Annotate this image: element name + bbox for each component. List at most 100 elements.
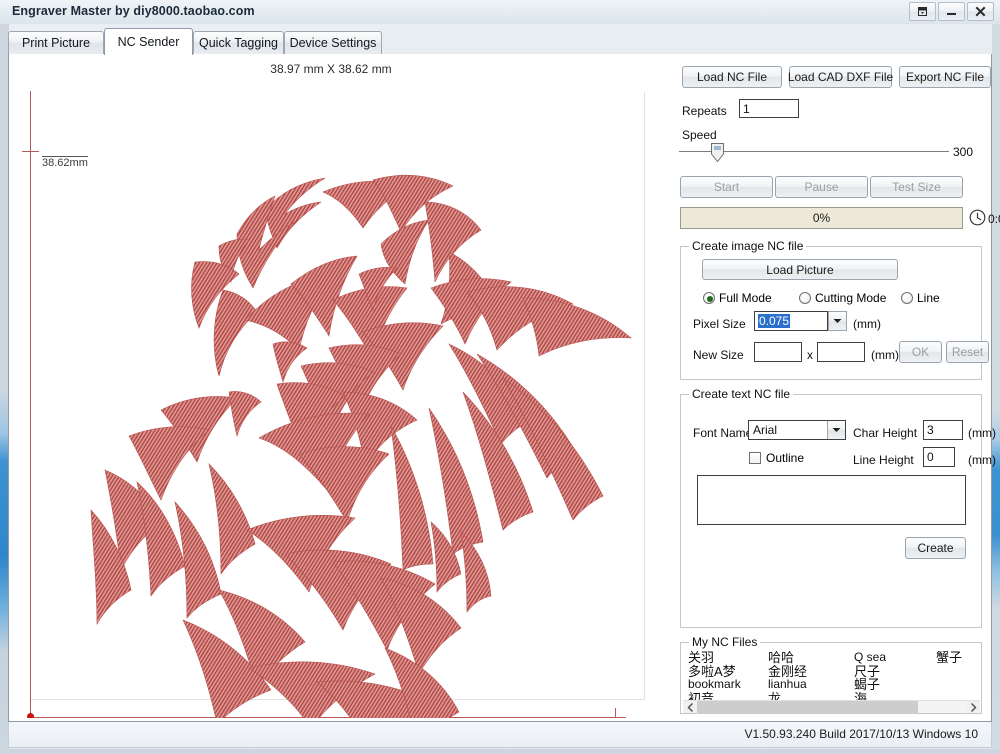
button-label: Test Size (892, 180, 941, 194)
scrollbar-trough[interactable] (697, 701, 966, 714)
button-label: Load Picture (766, 262, 834, 277)
button-label: Load NC File (696, 70, 768, 84)
char-height-input[interactable]: 3 (923, 420, 963, 440)
title-bar: Engraver Master by diy8000.taobao.com (0, 0, 1000, 24)
text-content-textarea[interactable] (697, 475, 966, 525)
radio-full-mode[interactable]: Full Mode (703, 291, 772, 305)
font-name-value: Arial (753, 423, 778, 437)
scrollbar-thumb[interactable] (697, 701, 918, 714)
list-item[interactable]: 龙 (768, 692, 854, 700)
new-size-separator: x (807, 348, 813, 362)
elapsed-time-label: 0:00 (988, 212, 1000, 226)
close-button[interactable] (967, 2, 994, 21)
outline-label: Outline (766, 451, 805, 465)
nc-file-list[interactable]: 关羽 多啦A梦 bookmark 初音 手指 fo fonghuang 哈哈 金… (683, 651, 980, 700)
origin-marker (27, 713, 34, 718)
reset-button[interactable]: Reset (946, 341, 989, 363)
speed-slider-thumb[interactable] (711, 143, 724, 163)
chevron-left-icon (687, 702, 693, 712)
application-window: Engraver Master by diy8000.taobao.com Pr… (0, 0, 1000, 754)
char-height-label: Char Height (853, 426, 918, 440)
list-item[interactable]: 蟹子 (936, 651, 980, 665)
pixel-size-input[interactable]: 0.075 (754, 311, 828, 331)
list-item[interactable]: lianhua (768, 678, 854, 692)
radio-indicator-icon (703, 292, 715, 304)
nc-sender-controls: Load NC File Load CAD DXF File Export NC… (671, 56, 1000, 718)
create-button[interactable]: Create (905, 537, 966, 559)
pixel-size-dropdown-button[interactable] (828, 311, 847, 331)
button-label: OK (911, 345, 930, 359)
repeats-value: 1 (743, 101, 750, 116)
list-item[interactable]: bookmark (688, 678, 768, 692)
file-column: Q sea 尺子 蝎子 海 五角星 taget 美女 (854, 651, 936, 700)
vertical-ruler-label: 38.62mm (42, 156, 88, 169)
plot-area (31, 92, 645, 700)
new-size-unit: (mm) (871, 348, 899, 362)
list-item[interactable]: 多啦A梦 (688, 664, 768, 679)
load-nc-file-button[interactable]: Load NC File (682, 66, 782, 88)
pause-button[interactable]: Pause (775, 176, 868, 198)
tab-device-settings[interactable]: Device Settings (284, 31, 382, 54)
list-item[interactable]: 尺子 (854, 664, 936, 679)
restore-down-button[interactable] (909, 2, 936, 21)
tab-label: Print Picture (21, 36, 91, 50)
tab-label: Quick Tagging (199, 36, 278, 50)
list-item[interactable]: 金刚经 (768, 664, 854, 679)
font-name-label: Font Name (693, 426, 753, 440)
start-button[interactable]: Start (680, 176, 773, 198)
scroll-left-button[interactable] (683, 701, 697, 713)
button-label: Pause (804, 180, 839, 194)
font-name-select[interactable]: Arial (748, 420, 846, 440)
speed-label: Speed (682, 128, 717, 142)
load-picture-button[interactable]: Load Picture (702, 259, 898, 280)
radio-label: Line (917, 291, 940, 305)
ok-button[interactable]: OK (899, 341, 942, 363)
list-item[interactable]: 海 (854, 692, 936, 700)
tab-nc-sender[interactable]: NC Sender (104, 28, 193, 55)
load-cad-dxf-file-button[interactable]: Load CAD DXF File (787, 66, 894, 88)
test-size-button[interactable]: Test Size (870, 176, 963, 198)
pixel-size-unit: (mm) (853, 317, 881, 331)
radio-cutting-mode[interactable]: Cutting Mode (799, 291, 886, 305)
window-title: Engraver Master by diy8000.taobao.com (12, 4, 255, 18)
file-column: 蟹子 (936, 651, 980, 700)
canvas-size-caption: 38.97 mm X 38.62 mm (270, 62, 392, 76)
export-nc-file-button[interactable]: Export NC File (899, 66, 991, 88)
outline-checkbox[interactable]: Outline (749, 451, 804, 465)
tab-label: NC Sender (117, 35, 180, 49)
list-item[interactable]: 蝎子 (854, 678, 936, 692)
repeats-input[interactable]: 1 (739, 99, 799, 118)
list-item[interactable]: 初音 (688, 692, 768, 700)
close-icon (975, 6, 986, 17)
minimize-button[interactable] (938, 2, 965, 21)
file-list-horizontal-scrollbar[interactable] (683, 700, 980, 714)
version-status-text: V1.50.93.240 Build 2017/10/13 Windows 10 (744, 727, 978, 741)
radio-indicator-icon (901, 292, 913, 304)
restore-down-icon (918, 7, 927, 16)
radio-line-mode[interactable]: Line (901, 291, 940, 305)
scroll-right-button[interactable] (966, 701, 980, 713)
line-height-unit: (mm) (968, 453, 996, 467)
design-canvas[interactable]: 38.97 mm X 38.62 mm 38.62mm 38.97mm 0 0 (11, 56, 669, 718)
list-item[interactable]: 哈哈 (768, 651, 854, 665)
group-title: My NC Files (689, 635, 761, 649)
pixel-size-value: 0.075 (758, 314, 791, 328)
vertical-ruler-axis (30, 91, 31, 717)
line-height-input[interactable]: 0 (923, 447, 955, 467)
file-column: 关羽 多啦A梦 bookmark 初音 手指 fo fonghuang (688, 651, 768, 700)
repeats-label: Repeats (682, 104, 727, 118)
create-text-nc-group: Create text NC file Font Name Arial Char… (680, 387, 996, 628)
window-bottom-edge (0, 749, 1000, 754)
button-label: Load CAD DXF File (787, 70, 894, 84)
new-size-width-input[interactable] (754, 342, 802, 362)
tab-quick-tagging[interactable]: Quick Tagging (193, 31, 284, 54)
tab-print-picture[interactable]: Print Picture (8, 31, 104, 54)
chevron-down-icon (832, 428, 841, 432)
font-name-dropdown-button[interactable] (827, 421, 845, 439)
list-item[interactable]: 关羽 (688, 651, 768, 665)
new-size-height-input[interactable] (817, 342, 865, 362)
list-item[interactable]: Q sea (854, 651, 936, 665)
status-bar: V1.50.93.240 Build 2017/10/13 Windows 10 (8, 722, 992, 748)
tab-content-panel: 38.97 mm X 38.62 mm 38.62mm 38.97mm 0 0 (8, 54, 1000, 722)
char-height-unit: (mm) (968, 426, 996, 440)
